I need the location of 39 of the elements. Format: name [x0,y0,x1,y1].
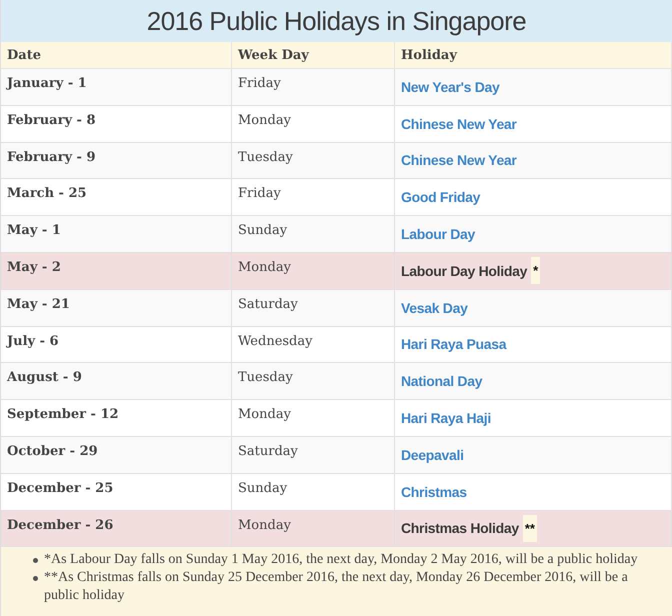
column-header: Holiday [395,42,672,69]
holiday-link[interactable]: Vesak Day [401,300,468,316]
holiday-link[interactable]: Christmas [401,484,467,500]
weekday-cell: Tuesday [232,142,395,180]
weekday-cell: Saturday [232,290,395,327]
holiday-link[interactable]: Good Friday [401,189,480,206]
footnote-mark: * [531,257,540,284]
column-header: Date [1,42,232,69]
date-cell: May - 21 [1,290,232,327]
holiday-link[interactable]: National Day [401,373,482,390]
weekday-cell: Tuesday [232,363,395,400]
footnote-text: **As Christmas falls on Sunday 25 December 2016, the next day, Monday 26 December 2016, will be a public holiday [44,569,629,606]
weekday-cell: Monday [232,252,395,290]
date-cell: May - 2 [1,252,232,290]
holiday-link[interactable]: Labour Day [401,226,476,242]
weekday-cell: Saturday [232,436,395,474]
footnote-mark: ** [522,514,537,542]
column-header: Week Day [232,42,395,69]
date-cell: December - 26 [1,510,232,548]
holiday-link[interactable]: Hari Raya Puasa [401,336,506,352]
weekday-cell: Friday [232,69,395,106]
bullet-icon [33,576,38,582]
holiday-name: Labour Day Holiday [401,262,528,279]
holiday-link[interactable]: Deepavali [401,446,464,463]
date-cell: August - 9 [1,363,232,400]
holiday-name: Christmas Holiday [401,520,519,536]
weekday-cell: Sunday [232,216,395,253]
date-cell: February - 9 [1,142,232,180]
holiday-link[interactable]: New Year's Day [401,78,500,95]
date-cell: May - 1 [1,216,232,253]
holiday-link[interactable]: Chinese New Year [401,116,517,132]
weekday-cell: Monday [232,510,395,548]
page-title: 2016 Public Holidays in Singapore [1,0,672,42]
holiday-link[interactable]: Hari Raya Haji [401,410,491,426]
bullet-icon [33,558,38,564]
date-cell: January - 1 [1,69,232,106]
holiday-link[interactable]: Chinese New Year [401,152,517,168]
footnote-text: *As Labour Day falls on Sunday 1 May 2016, the next day, Monday 2 May 2016, will be a public holiday [44,551,638,570]
date-cell: October - 29 [1,436,232,474]
